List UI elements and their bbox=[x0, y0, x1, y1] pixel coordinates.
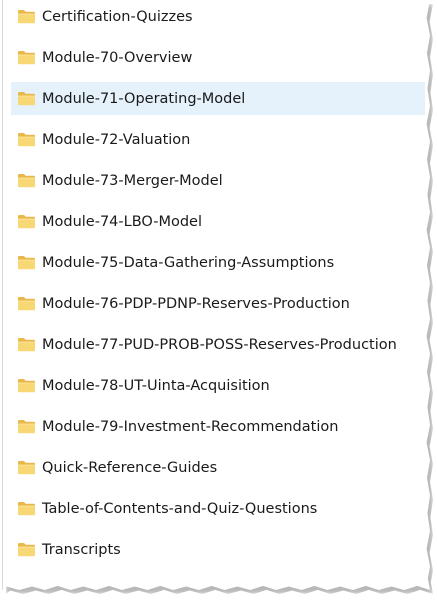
folder-icon bbox=[18, 92, 35, 106]
folder-item-3[interactable]: Module-71-Operating-Model bbox=[11, 82, 425, 115]
folder-icon bbox=[18, 174, 35, 188]
folder-item-6[interactable]: Module-74-LBO-Model bbox=[11, 205, 425, 238]
folder-label: Module-79-Investment-Recommendation bbox=[42, 418, 339, 435]
folder-item-1[interactable]: Certification-Quizzes bbox=[11, 0, 425, 33]
folder-list: Certification-Quizzes Module-70-Overview… bbox=[11, 0, 425, 574]
folder-item-10[interactable]: Module-78-UT-Uinta-Acquisition bbox=[11, 369, 425, 402]
folder-icon bbox=[18, 256, 35, 270]
folder-icon bbox=[18, 338, 35, 352]
folder-label: Module-77-PUD-PROB-POSS-Reserves-Product… bbox=[42, 336, 397, 353]
folder-label: Module-76-PDP-PDNP-Reserves-Production bbox=[42, 295, 350, 312]
folder-item-7[interactable]: Module-75-Data-Gathering-Assumptions bbox=[11, 246, 425, 279]
folder-item-14[interactable]: Transcripts bbox=[11, 533, 425, 566]
folder-label: Module-70-Overview bbox=[42, 49, 193, 66]
folder-icon bbox=[18, 502, 35, 516]
folder-icon bbox=[18, 51, 35, 65]
folder-label: Module-78-UT-Uinta-Acquisition bbox=[42, 377, 270, 394]
folder-label: Certification-Quizzes bbox=[42, 8, 193, 25]
folder-item-12[interactable]: Quick-Reference-Guides bbox=[11, 451, 425, 484]
folder-label: Quick-Reference-Guides bbox=[42, 459, 218, 476]
folder-item-4[interactable]: Module-72-Valuation bbox=[11, 123, 425, 156]
folder-icon bbox=[18, 379, 35, 393]
folder-item-9[interactable]: Module-77-PUD-PROB-POSS-Reserves-Product… bbox=[11, 328, 425, 361]
page: Certification-Quizzes Module-70-Overview… bbox=[0, 0, 437, 600]
folder-icon bbox=[18, 215, 35, 229]
folder-label: Module-72-Valuation bbox=[42, 131, 191, 148]
folder-label: Transcripts bbox=[42, 541, 121, 558]
folder-label: Table-of-Contents-and-Quiz-Questions bbox=[42, 500, 318, 517]
folder-icon bbox=[18, 297, 35, 311]
folder-panel: Certification-Quizzes Module-70-Overview… bbox=[2, 0, 430, 590]
folder-icon bbox=[18, 543, 35, 557]
folder-item-13[interactable]: Table-of-Contents-and-Quiz-Questions bbox=[11, 492, 425, 525]
folder-item-5[interactable]: Module-73-Merger-Model bbox=[11, 164, 425, 197]
folder-icon bbox=[18, 461, 35, 475]
folder-icon bbox=[18, 133, 35, 147]
folder-icon bbox=[18, 10, 35, 24]
folder-item-11[interactable]: Module-79-Investment-Recommendation bbox=[11, 410, 425, 443]
folder-item-2[interactable]: Module-70-Overview bbox=[11, 41, 425, 74]
folder-label: Module-71-Operating-Model bbox=[42, 90, 246, 107]
folder-label: Module-74-LBO-Model bbox=[42, 213, 202, 230]
folder-item-8[interactable]: Module-76-PDP-PDNP-Reserves-Production bbox=[11, 287, 425, 320]
folder-label: Module-73-Merger-Model bbox=[42, 172, 223, 189]
folder-icon bbox=[18, 420, 35, 434]
folder-label: Module-75-Data-Gathering-Assumptions bbox=[42, 254, 335, 271]
